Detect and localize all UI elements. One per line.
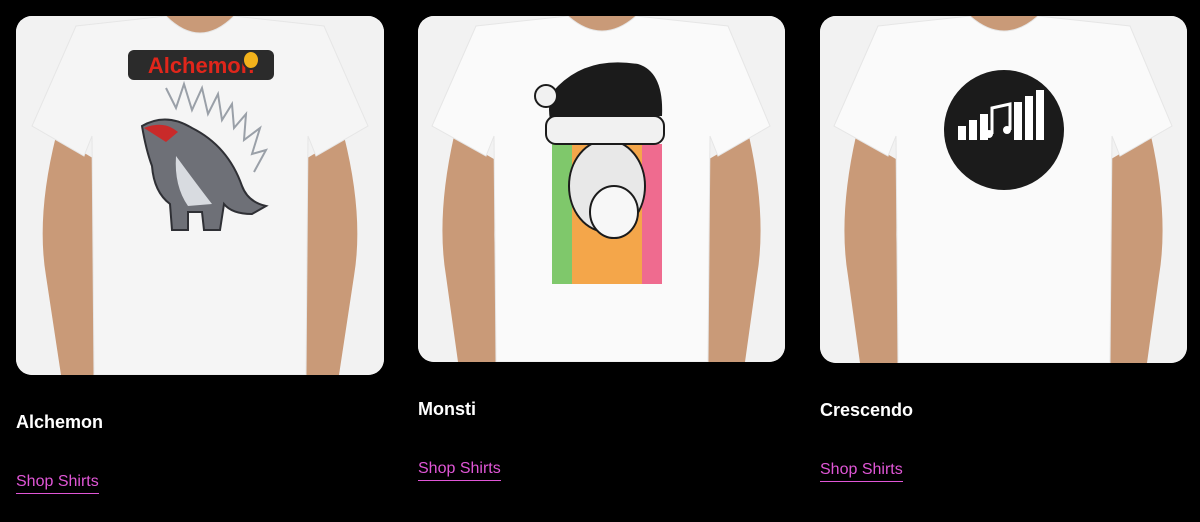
product-image-crescendo[interactable] <box>820 16 1187 363</box>
product-card-alchemon: Alchemon Alchemon Shop Shirts <box>16 16 384 496</box>
tshirt-photo-crescendo <box>820 16 1187 363</box>
alchemon-logo-text: Alchemon <box>148 53 254 78</box>
product-image-alchemon[interactable]: Alchemon <box>16 16 384 375</box>
monster-santa-hat-graphic <box>534 62 665 284</box>
product-image-monsti[interactable] <box>418 16 785 362</box>
tshirt-photo-monsti <box>418 16 785 362</box>
product-card-monsti: Monsti Shop Shirts <box>418 16 785 486</box>
product-title-crescendo: Crescendo <box>820 400 914 420</box>
product-title-monsti: Monsti <box>418 399 476 419</box>
product-card-crescendo: Crescendo Shop Shirts <box>820 16 1187 486</box>
product-title-alchemon: Alchemon <box>16 412 104 432</box>
shop-shirts-link-crescendo[interactable]: Shop Shirts <box>820 460 903 482</box>
shop-shirts-link-monsti[interactable]: Shop Shirts <box>418 459 501 481</box>
alchemon-logo: Alchemon <box>128 50 274 80</box>
shop-shirts-link-alchemon[interactable]: Shop Shirts <box>16 472 99 494</box>
tshirt-photo-alchemon: Alchemon <box>16 16 384 375</box>
music-bars-circle-logo <box>944 70 1064 190</box>
